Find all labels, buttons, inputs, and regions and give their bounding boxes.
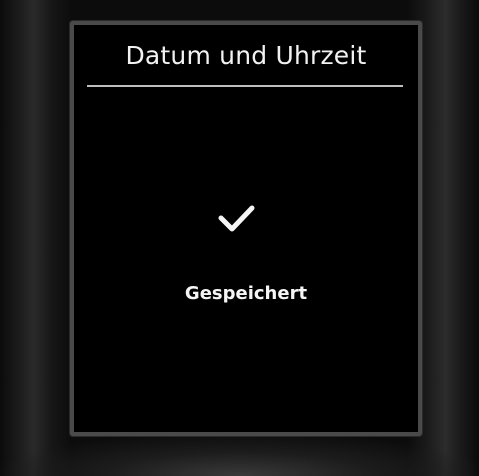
phone-body-bottom-highlight (0, 434, 479, 476)
screen-title: Datum und Uhrzeit (125, 41, 367, 70)
display-screen: Datum und Uhrzeit Gespeichert (74, 25, 418, 432)
title-divider (87, 85, 403, 87)
phone-body: Datum und Uhrzeit Gespeichert (0, 0, 479, 476)
status-message: Gespeichert (184, 283, 308, 304)
checkmark-icon (218, 205, 255, 232)
